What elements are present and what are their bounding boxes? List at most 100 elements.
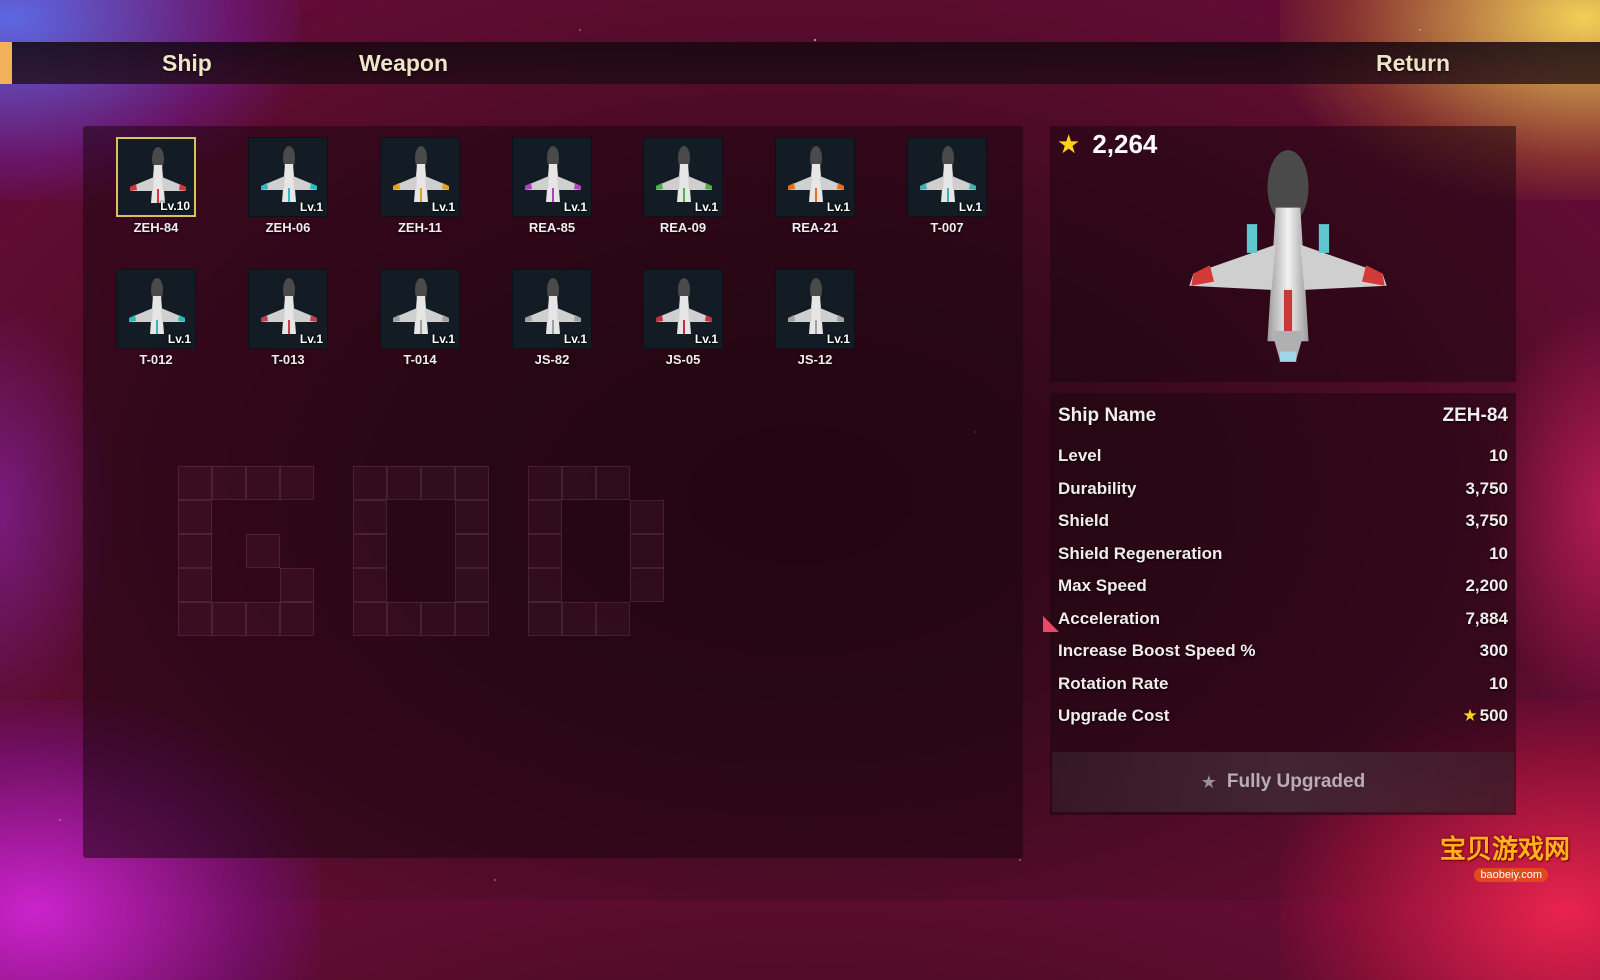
ship-name-label: REA-85 (528, 220, 576, 235)
ship-thumbnail[interactable]: Lv.1 (907, 137, 987, 217)
ship-thumbnail[interactable]: Lv.1 (512, 269, 592, 349)
background-cube (280, 466, 314, 500)
stat-row: Increase Boost Speed % 300 (1058, 641, 1508, 661)
stat-label: Shield (1058, 511, 1110, 530)
stat-label: Max Speed (1058, 576, 1147, 595)
watermark-url: baobeiy.com (1474, 868, 1548, 882)
ship-name-label: T-012 (139, 352, 173, 367)
active-tab-indicator (0, 42, 12, 84)
ship-name-label: JS-12 (797, 352, 833, 367)
stat-value: 2,200 (1465, 576, 1508, 595)
stat-row: Shield 3,750 (1058, 511, 1508, 531)
background-cube (353, 466, 387, 500)
ship-slot[interactable]: Lv.1 REA-21 (775, 137, 857, 235)
stat-value: 500 (1479, 706, 1508, 725)
ship-thumbnail[interactable]: Lv.1 (643, 269, 723, 349)
stat-value-wrap: 10 (1489, 446, 1508, 466)
background-cube (421, 466, 455, 500)
ship-name-label: JS-82 (534, 352, 570, 367)
return-button[interactable]: Return (1376, 42, 1450, 84)
background-cube (455, 602, 489, 636)
tab-ship[interactable]: Ship (162, 42, 212, 84)
ship-slot[interactable]: Lv.1 ZEH-11 (380, 137, 462, 235)
ship-slot[interactable]: Lv.1 T-013 (248, 269, 330, 367)
ship-level-badge: Lv.1 (694, 200, 718, 214)
ship-thumbnail[interactable]: Lv.1 (248, 137, 328, 217)
background-cube (280, 602, 314, 636)
stat-label: Ship Name (1058, 405, 1157, 426)
ship-name-label: ZEH-11 (397, 220, 443, 235)
background-cube (353, 568, 387, 602)
background-cube (528, 466, 562, 500)
ship-thumbnail[interactable]: Lv.1 (643, 137, 723, 217)
ship-thumbnail[interactable]: Lv.1 (116, 269, 196, 349)
selected-ship-preview (1189, 150, 1387, 362)
stat-value: 7,884 (1465, 608, 1508, 628)
stat-value: 300 (1479, 641, 1508, 660)
background-cube (353, 534, 387, 568)
background-cube (246, 534, 280, 568)
stat-row: Max Speed 2,200 (1058, 576, 1508, 596)
ship-level-badge: Lv.1 (563, 332, 587, 346)
stat-value-wrap: ★ 500 (1462, 706, 1508, 726)
star-icon: ★ (1200, 771, 1217, 792)
ship-name-label: T-014 (403, 352, 437, 367)
stat-value: 10 (1489, 673, 1508, 693)
ship-name-label: ZEH-06 (265, 220, 311, 235)
ship-level-badge: Lv.1 (563, 200, 587, 214)
background-cube (246, 602, 280, 636)
background-cube (212, 466, 246, 500)
ship-slot[interactable]: Lv.1 T-007 (907, 137, 989, 235)
ship-thumbnail[interactable]: Lv.1 (248, 269, 328, 349)
ship-slot[interactable]: Lv.1 JS-05 (643, 269, 725, 367)
star-icon: ★ (1057, 128, 1081, 159)
background-cube (178, 568, 212, 602)
ship-slot[interactable]: Lv.10 ZEH-84 (116, 137, 198, 235)
upgrade-button[interactable]: ★ Fully Upgraded (1052, 752, 1514, 812)
ship-level-badge: Lv.1 (826, 200, 850, 214)
background-cube (421, 602, 455, 636)
background-cube (528, 534, 562, 568)
background-cube (630, 568, 664, 602)
stat-label: Increase Boost Speed % (1058, 641, 1256, 660)
stat-row: Upgrade Cost ★ 500 (1058, 706, 1508, 726)
pointer-marker (1043, 616, 1059, 632)
ship-level-badge: Lv.1 (299, 200, 323, 214)
stat-value-wrap: 10 (1489, 674, 1508, 694)
ship-level-badge: Lv.1 (431, 200, 455, 214)
ship-slot[interactable]: Lv.1 REA-85 (512, 137, 594, 235)
stat-label: Durability (1058, 478, 1137, 498)
tab-weapon[interactable]: Weapon (359, 42, 448, 84)
stat-value-wrap: 300 (1480, 641, 1508, 661)
ship-slot[interactable]: Lv.1 T-014 (380, 269, 462, 367)
ship-thumbnail[interactable]: Lv.1 (512, 137, 592, 217)
stat-value: 10 (1489, 543, 1508, 563)
ship-slot[interactable]: Lv.1 REA-09 (643, 137, 725, 235)
ship-level-badge: Lv.1 (826, 332, 850, 346)
stat-value: 10 (1489, 446, 1508, 465)
ship-name-label: REA-21 (791, 220, 839, 235)
star-icon: ★ (1462, 706, 1478, 725)
ship-thumbnail[interactable]: Lv.1 (775, 137, 855, 217)
ship-name-label: JS-05 (665, 352, 701, 367)
ship-thumbnail[interactable]: Lv.1 (380, 269, 460, 349)
ship-thumbnail[interactable]: Lv.1 (380, 137, 460, 217)
background-cube (353, 602, 387, 636)
ship-name-label: ZEH-84 (133, 220, 179, 235)
stat-label: Shield Regeneration (1058, 543, 1223, 563)
ship-slot[interactable]: Lv.1 ZEH-06 (248, 137, 330, 235)
stat-value-wrap: 7,884 (1465, 609, 1508, 629)
ship-slot[interactable]: Lv.1 JS-12 (775, 269, 857, 367)
ship-thumbnail[interactable]: Lv.10 (116, 137, 196, 217)
stat-row: Rotation Rate 10 (1058, 674, 1508, 694)
background-cube (528, 500, 562, 534)
ship-slot[interactable]: Lv.1 T-012 (116, 269, 198, 367)
background-cube (455, 534, 489, 568)
ship-slot[interactable]: Lv.1 JS-82 (512, 269, 594, 367)
ship-thumbnail[interactable]: Lv.1 (775, 269, 855, 349)
background-cube (630, 534, 664, 568)
stat-value: 3,750 (1465, 511, 1508, 530)
background-cube (387, 466, 421, 500)
stat-row: Acceleration 7,884 (1058, 609, 1508, 629)
ship-name-label: REA-09 (659, 220, 707, 235)
